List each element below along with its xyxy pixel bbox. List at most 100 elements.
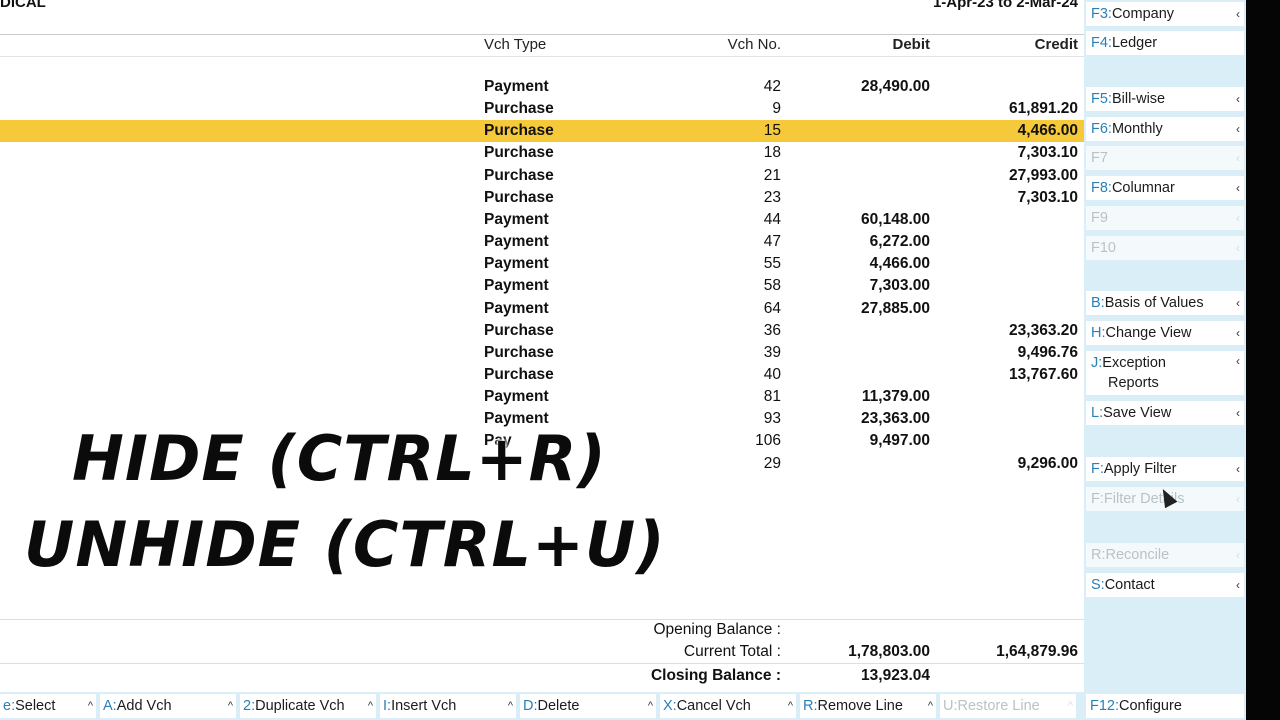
right-button-bill-wise[interactable]: F5:Bill-wise ‹ [1086, 87, 1244, 111]
caret-up-icon: ^ [87, 700, 93, 712]
debit-cell: 23,363.00 [861, 410, 930, 428]
table-row[interactable]: Purchase 9 61,891.20 [0, 98, 1084, 120]
right-button-f9[interactable]: F9 ‹ [1086, 206, 1244, 230]
table-row[interactable]: Purchase 40 13,767.60 [0, 364, 1084, 386]
table-row[interactable]: Payment 64 27,885.00 [0, 298, 1084, 320]
shortcut-key: F4: [1091, 35, 1112, 51]
right-button-change-view[interactable]: H:Change View ‹ [1086, 321, 1244, 345]
right-button-monthly[interactable]: F6:Monthly ‹ [1086, 117, 1244, 141]
right-button-reconcile[interactable]: R:Reconcile ‹ [1086, 543, 1244, 567]
table-row[interactable]: Purchase 36 23,363.20 [0, 320, 1084, 342]
shortcut-key: e: [3, 698, 16, 714]
vch-no-cell: 21 [763, 166, 781, 184]
report-period: 1-Apr-23 to 2-Mar-24 [932, 0, 1078, 11]
vch-no-cell: 58 [763, 277, 781, 295]
col-header-vch-type: Vch Type [484, 36, 547, 53]
credit-cell: 23,363.20 [1009, 321, 1078, 339]
table-row[interactable]: Purchase 18 7,303.10 [0, 142, 1084, 164]
vch-no-cell: 18 [763, 144, 781, 162]
vch-no-cell: 15 [763, 122, 781, 140]
caret-up-icon: ^ [927, 700, 933, 712]
configure-label: Configure [1119, 698, 1182, 714]
table-row[interactable]: Payment 55 4,466.00 [0, 253, 1084, 275]
table-row[interactable]: Payment 42 28,490.00 [0, 76, 1084, 98]
shortcut-key: A: [103, 698, 117, 714]
right-button-ledger[interactable]: F4:Ledger [1086, 31, 1244, 55]
vch-type-cell: Payment [484, 210, 549, 228]
right-button-company[interactable]: F3:Company ‹ [1086, 2, 1244, 26]
chevron-left-icon: ‹ [1236, 354, 1240, 368]
right-button-basis-of-values[interactable]: B:Basis of Values ‹ [1086, 291, 1244, 315]
debit-cell: 6,272.00 [869, 233, 930, 251]
header-divider-bottom [0, 56, 1084, 57]
bottom-button-duplicate-vch[interactable]: 2:Duplicate Vch ^ [240, 694, 376, 718]
shortcut-key: F3: [1091, 6, 1112, 22]
right-button-contact[interactable]: S:Contact ‹ [1086, 573, 1244, 597]
vch-no-cell: 40 [763, 365, 781, 383]
button-label: Exception [1102, 355, 1166, 371]
button-label: Duplicate Vch [255, 698, 345, 714]
debit-cell: 28,490.00 [861, 78, 930, 95]
shortcut-key: I: [383, 698, 392, 714]
table-row[interactable]: Payment 81 11,379.00 [0, 386, 1084, 408]
vch-no-cell: 47 [763, 233, 781, 251]
col-header-credit: Credit [1034, 36, 1078, 53]
table-row[interactable]: Payment 44 60,148.00 [0, 209, 1084, 231]
shortcut-key: F6: [1091, 121, 1112, 137]
table-row[interactable]: Payment 47 6,272.00 [0, 231, 1084, 253]
table-row[interactable]: Purchase 23 7,303.10 [0, 187, 1084, 209]
button-label: Monthly [1111, 121, 1163, 137]
credit-cell: 9,496.76 [1017, 343, 1078, 361]
table-row[interactable]: Purchase 39 9,496.76 [0, 342, 1084, 364]
chevron-left-icon: ‹ [1236, 296, 1240, 310]
shortcut-key: F7 [1091, 150, 1108, 166]
debit-cell: 11,379.00 [861, 388, 930, 406]
button-label: Delete [537, 698, 580, 714]
chevron-left-icon: ‹ [1236, 578, 1240, 592]
right-button-f7[interactable]: F7 ‹ [1086, 146, 1244, 170]
right-button-columnar[interactable]: F8:Columnar ‹ [1086, 176, 1244, 200]
right-button-apply-filter[interactable]: F:Apply Filter ‹ [1086, 457, 1244, 481]
vch-no-cell: 55 [763, 255, 781, 273]
right-button-save-view[interactable]: L:Save View ‹ [1086, 401, 1244, 425]
button-label-line2: Reports [1108, 375, 1159, 391]
debit-cell: 60,148.00 [861, 210, 930, 228]
vch-type-cell: Purchase [484, 343, 554, 361]
chevron-left-icon: ‹ [1236, 548, 1240, 562]
chevron-left-icon: ‹ [1236, 181, 1240, 195]
bottom-button-cancel-vch[interactable]: X:Cancel Vch ^ [660, 694, 796, 718]
shortcut-key: S: [1091, 577, 1105, 593]
right-button-exception[interactable]: J:Exception Reports ‹ [1086, 351, 1244, 395]
bottom-button-delete[interactable]: D:Delete ^ [520, 694, 656, 718]
caret-up-icon: ^ [507, 700, 513, 712]
bottom-button-add-vch[interactable]: A:Add Vch ^ [100, 694, 236, 718]
col-header-vch-no: Vch No. [727, 36, 781, 53]
vch-no-cell: 9 [772, 100, 781, 118]
table-row[interactable]: Purchase 15 4,466.00 [0, 120, 1084, 143]
table-row[interactable]: Payment 58 7,303.00 [0, 275, 1084, 297]
bottom-button-restore-line[interactable]: U:Restore Line ^ [940, 694, 1076, 718]
shortcut-key: B: [1091, 295, 1105, 311]
bottom-button-insert-vch[interactable]: I:Insert Vch ^ [380, 694, 516, 718]
debit-cell: 27,885.00 [861, 299, 930, 317]
col-header-debit: Debit [892, 36, 931, 53]
vch-no-cell: 29 [763, 454, 781, 472]
debit-cell: 4,466.00 [869, 255, 930, 273]
vch-type-cell: Payment [484, 277, 549, 295]
shortcut-key: F: [1091, 491, 1104, 507]
table-row[interactable]: Purchase 21 27,993.00 [0, 165, 1084, 187]
button-label: Basis of Values [1104, 295, 1204, 311]
vch-no-cell: 81 [763, 388, 781, 406]
shortcut-key: R: [1091, 547, 1106, 563]
vch-type-cell: Payment [484, 299, 549, 317]
shortcut-key: D: [523, 698, 538, 714]
vch-no-cell: 64 [763, 299, 781, 317]
vch-no-cell: 93 [763, 410, 781, 428]
caret-up-icon: ^ [647, 700, 653, 712]
configure-button[interactable]: F12:Configure [1086, 694, 1244, 718]
right-button-f10[interactable]: F10 ‹ [1086, 236, 1244, 260]
bottom-button-remove-line[interactable]: R:Remove Line ^ [800, 694, 936, 718]
bottom-button-select[interactable]: e:Select ^ [0, 694, 96, 718]
button-label: Cancel Vch [676, 698, 751, 714]
caret-up-icon: ^ [787, 700, 793, 712]
